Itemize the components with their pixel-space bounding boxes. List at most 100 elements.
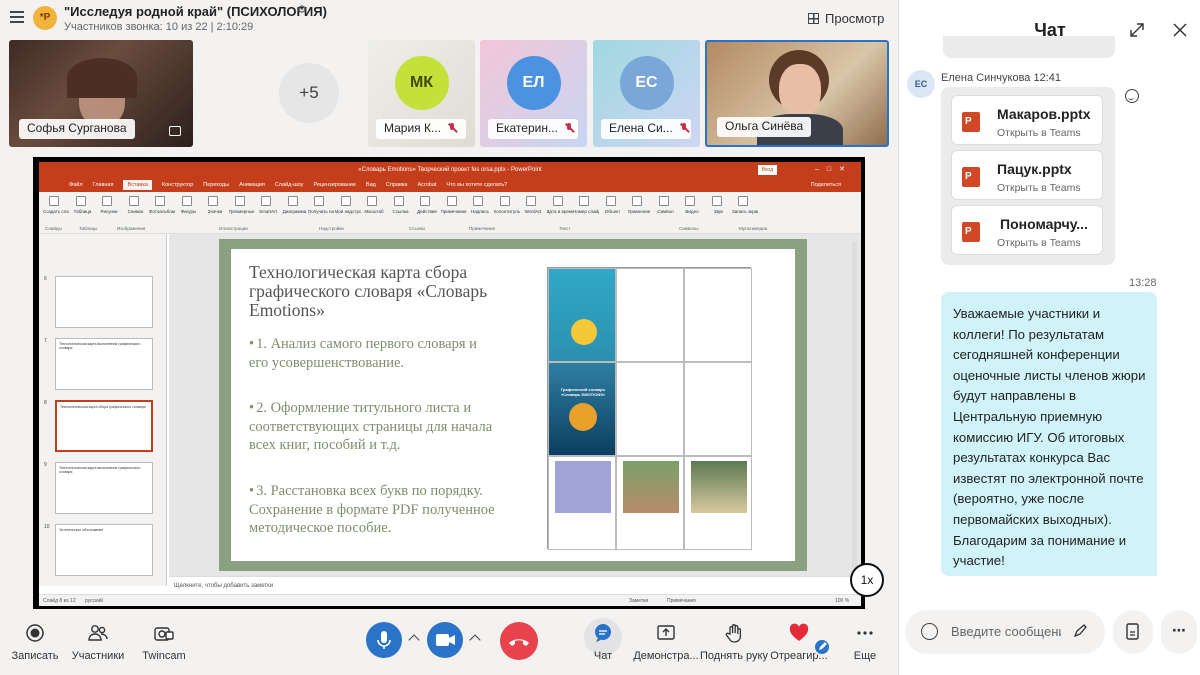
slide-thumbnail[interactable] (55, 276, 153, 328)
ribbon-item-label[interactable]: Запись экрана (732, 209, 758, 214)
participant-tile[interactable]: ЕЛ Екатерин... (480, 40, 587, 147)
sender-avatar[interactable]: ЕС (907, 70, 935, 98)
ribbon-icon[interactable] (314, 196, 324, 206)
ribbon-icon[interactable] (658, 196, 669, 206)
ppt-tab[interactable]: Переходы (203, 182, 229, 188)
ribbon-item-label[interactable]: Трехмерные модели (229, 209, 255, 214)
ribbon-item-label[interactable]: Получить надстройки (308, 209, 334, 214)
record-button[interactable]: Записать (0, 622, 70, 662)
ribbon-icon[interactable] (420, 196, 430, 206)
ribbon-icon[interactable] (499, 196, 510, 206)
ppt-tab[interactable]: Вид (366, 182, 376, 188)
settings-icon[interactable]: ⚙ (297, 3, 307, 16)
ribbon-item-label[interactable]: Колонтитулы (494, 209, 520, 214)
ribbon-item-label[interactable]: Снимок (123, 209, 149, 214)
playback-speed-button[interactable]: 1x (850, 563, 884, 597)
open-in-teams-link[interactable]: Открыть в Teams (997, 127, 1081, 139)
ribbon-icon[interactable] (49, 196, 59, 206)
ribbon-item-label[interactable]: Фотоальбом (149, 209, 175, 214)
ribbon-icon[interactable] (685, 196, 695, 206)
ppt-share-button[interactable]: Поделиться (811, 178, 841, 192)
chat-button[interactable]: Чат (568, 622, 638, 662)
ppt-tab[interactable]: Вставка (123, 180, 152, 190)
ribbon-item-label[interactable]: Дата и время (547, 209, 573, 214)
ribbon-item-label[interactable]: Ссылка (388, 209, 414, 214)
ppt-tab[interactable]: Рецензирование (313, 182, 355, 188)
ribbon-item-label[interactable]: Диаграмма (282, 209, 308, 214)
more-options-icon[interactable]: ⋯ (1161, 610, 1197, 654)
ribbon-item-label[interactable]: Значки (202, 209, 228, 214)
ribbon-icon[interactable] (579, 196, 589, 206)
attach-file-button[interactable] (1113, 610, 1153, 654)
mic-button[interactable] (366, 622, 402, 658)
ppt-tab[interactable]: Главная (93, 182, 114, 188)
menu-icon[interactable] (10, 11, 24, 23)
hangup-button[interactable] (500, 622, 538, 660)
ribbon-icon[interactable] (128, 196, 139, 206)
add-reaction-icon[interactable] (1125, 89, 1139, 103)
slide-thumbnail[interactable]: Технологическая карта выполнения графиче… (55, 462, 153, 514)
ribbon-item-label[interactable]: Рисунки (96, 209, 122, 214)
ribbon-icon[interactable] (340, 196, 351, 206)
ribbon-item-label[interactable]: Действие (414, 209, 440, 214)
ribbon-item-label[interactable]: SmartArt (255, 209, 281, 214)
slide-thumbnail[interactable]: Технологическая карта сбора графического… (55, 400, 153, 452)
notes-toggle[interactable]: Заметки (629, 595, 648, 606)
zoom-level[interactable]: 100 % (835, 595, 849, 606)
ribbon-icon[interactable] (102, 196, 112, 206)
ppt-tab[interactable]: Acrobat (417, 182, 436, 188)
ribbon-item-label[interactable]: Примечание (441, 209, 467, 214)
share-screen-button[interactable]: Демонстра... (631, 622, 701, 662)
open-in-teams-link[interactable]: Открыть в Teams (997, 237, 1081, 249)
ribbon-icon[interactable] (473, 196, 483, 206)
message-input[interactable]: Введите сообщение (905, 610, 1105, 654)
close-icon[interactable] (1172, 22, 1188, 38)
camera-button[interactable] (427, 622, 463, 658)
ppt-tab[interactable]: Что вы хотите сделать? (446, 182, 507, 188)
slide-scrollbar[interactable] (852, 242, 857, 572)
ppt-tab[interactable]: Справка (386, 182, 408, 188)
ppt-tab[interactable]: Конструктор (162, 182, 193, 188)
ribbon-item-label[interactable]: Создать слайд (43, 209, 69, 214)
more-participants-button[interactable]: +5 (279, 63, 339, 123)
ribbon-icon[interactable] (75, 196, 86, 206)
ribbon-icon[interactable] (261, 196, 271, 206)
ribbon-item-label[interactable]: Видео (679, 209, 705, 214)
shared-screen[interactable]: «Словарь Emotions» Творческий проект fes… (33, 157, 865, 609)
twincam-button[interactable]: Twincam (129, 622, 199, 662)
ribbon-icon[interactable] (181, 196, 192, 206)
ppt-tab[interactable]: Анимация (239, 182, 265, 188)
ribbon-item-label[interactable]: Объект (600, 209, 626, 214)
ribbon-icon[interactable] (738, 196, 748, 206)
ribbon-icon[interactable] (367, 196, 377, 206)
ribbon-icon[interactable] (208, 196, 218, 206)
ribbon-item-label[interactable]: Таблица (70, 209, 96, 214)
slide-thumbnail[interactable]: Эстетическое обоснование (55, 524, 153, 576)
open-in-teams-link[interactable]: Открыть в Teams (997, 182, 1081, 194)
ribbon-icon[interactable] (155, 196, 165, 206)
ribbon-item-label[interactable]: Надпись (467, 209, 493, 214)
ribbon-icon[interactable] (446, 196, 457, 206)
file-attachment[interactable]: P Пономарчу... Открыть в Teams (951, 205, 1103, 255)
ribbon-item-label[interactable]: Символ (653, 209, 679, 214)
notes-pane[interactable]: Щелкните, чтобы добавить заметки (169, 576, 861, 594)
ribbon-icon[interactable] (234, 196, 245, 206)
preview-button[interactable]: Просмотр (808, 11, 884, 26)
ribbon-icon[interactable] (605, 196, 616, 206)
participant-tile-video-active[interactable]: Ольга Синёва (705, 40, 889, 147)
ribbon-icon[interactable] (711, 196, 722, 206)
ribbon-item-label[interactable]: Мои надстройки (335, 209, 361, 214)
ribbon-icon[interactable] (287, 196, 298, 206)
participant-tile[interactable]: ЕС Елена Си... (593, 40, 700, 147)
file-attachment[interactable]: P Пацук.pptx Открыть в Teams (951, 150, 1103, 200)
ribbon-item-label[interactable]: Масштаб (361, 209, 387, 214)
ribbon-item-label[interactable]: WordArt (520, 209, 546, 214)
participant-tile-video[interactable]: Софья Сурганова (9, 40, 193, 147)
participants-button[interactable]: Участники (63, 622, 133, 662)
participant-tile[interactable]: МК Мария К... (368, 40, 475, 147)
ppt-tab[interactable]: Файл (69, 182, 83, 188)
ribbon-item-label[interactable]: Звук (706, 209, 732, 214)
file-attachment[interactable]: P Макаров.pptx Открыть в Teams (951, 95, 1103, 145)
camera-options-chevron-icon[interactable] (469, 634, 481, 646)
ribbon-icon[interactable] (393, 196, 404, 206)
